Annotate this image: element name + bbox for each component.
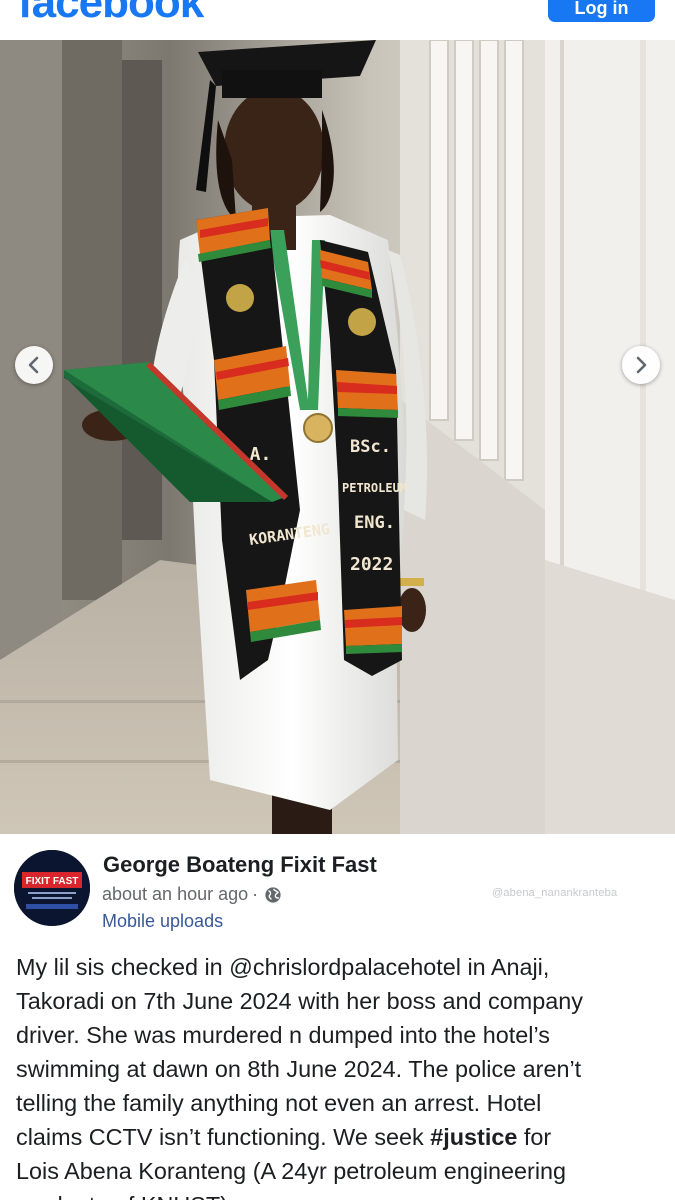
log-in-button[interactable]: Log in <box>548 0 655 22</box>
chevron-right-icon <box>636 356 647 374</box>
post-text-line: Takoradi on 7th June 2024 with her boss … <box>16 988 583 1014</box>
post-text-line: Lois Abena Koranteng (A 24yr petroleum e… <box>16 1158 567 1184</box>
post-text-segment: claims CCTV isn’t functioning. We seek <box>16 1124 431 1150</box>
post-text-line: swimming at dawn on 8th June 2024. The p… <box>16 1056 582 1082</box>
chevron-left-icon <box>28 356 39 374</box>
post-text: My lil sis checked in @chrislordpalaceho… <box>16 950 666 1200</box>
stole-degree: BSc. <box>350 437 391 457</box>
post-photo[interactable]: L.A. KORANTENG BSc. PETROLEUM ENG. 2022 <box>0 40 675 834</box>
globe-icon <box>265 886 281 903</box>
post-timestamp[interactable]: about an hour ago <box>102 884 248 905</box>
justice-hashtag-link[interactable]: #justice <box>430 1124 517 1150</box>
post-text-line: graduate of KNUST) <box>16 1188 666 1200</box>
post-text-segment: for <box>517 1124 552 1150</box>
post-text-line: driver. She was murdered n dumped into t… <box>16 1022 550 1048</box>
album-link[interactable]: Mobile uploads <box>102 911 223 932</box>
post-meta: about an hour ago · <box>102 884 282 905</box>
post-text-line-with-hashtag: claims CCTV isn’t functioning. We seek #… <box>16 1120 666 1154</box>
meta-separator: · <box>252 884 259 904</box>
photo-watermark: @abena_nanankranteba <box>492 887 618 899</box>
next-photo-button[interactable] <box>622 346 660 384</box>
stole-field: PETROLEUM <box>342 481 407 495</box>
post-header: FIXIT FAST George Boateng Fixit Fast abo… <box>0 834 675 944</box>
post-text-line: telling the family anything not even an … <box>16 1090 542 1116</box>
author-avatar[interactable]: FIXIT FAST <box>14 850 90 926</box>
author-name[interactable]: George Boateng Fixit Fast <box>103 852 377 878</box>
stole-year: 2022 <box>350 554 393 575</box>
avatar-brand-text: FIXIT FAST <box>26 876 79 887</box>
post-text-line: My lil sis checked in @chrislordpalaceho… <box>16 954 550 980</box>
stole-field-abbrev: ENG. <box>354 513 395 533</box>
top-bar: facebook Log in <box>0 0 675 40</box>
fixit-fast-logo: FIXIT FAST <box>14 850 90 926</box>
graduation-photo-illustration: L.A. KORANTENG BSc. PETROLEUM ENG. 2022 <box>0 40 675 834</box>
facebook-logo[interactable]: facebook <box>18 0 204 28</box>
previous-photo-button[interactable] <box>15 346 53 384</box>
